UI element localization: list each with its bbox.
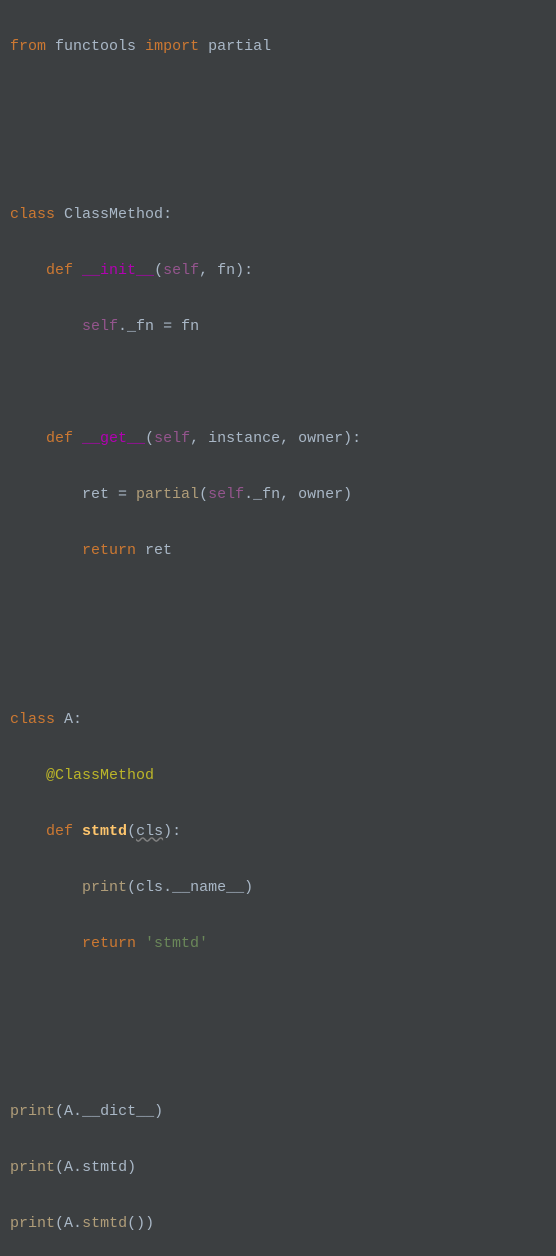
keyword-from: from xyxy=(10,38,46,55)
keyword-return: return xyxy=(82,542,136,559)
keyword-def: def xyxy=(46,262,73,279)
code-line: def __get__(self, instance, owner): xyxy=(10,425,556,453)
attribute: stmtd xyxy=(82,1159,127,1176)
code-line xyxy=(10,1042,556,1070)
code-line: return 'stmtd' xyxy=(10,930,556,958)
code-editor[interactable]: from functools import partial class Clas… xyxy=(0,0,556,1256)
function-call: partial xyxy=(136,486,199,503)
code-line xyxy=(10,89,556,117)
code-line: @ClassMethod xyxy=(10,762,556,790)
param-cls: cls xyxy=(136,823,163,840)
method-name: __init__ xyxy=(82,262,154,279)
keyword-class: class xyxy=(10,206,55,223)
keyword-class: class xyxy=(10,711,55,728)
variable: fn xyxy=(181,318,199,335)
import-name: partial xyxy=(208,38,271,55)
class-ref: A xyxy=(64,1103,73,1120)
class-ref: A xyxy=(64,1159,73,1176)
code-line: print(cls.__name__) xyxy=(10,874,556,902)
param: owner xyxy=(298,430,343,447)
code-line: self._fn = fn xyxy=(10,313,556,341)
attribute: __name__ xyxy=(172,879,244,896)
self-ref: self xyxy=(82,318,118,335)
class-name: ClassMethod xyxy=(64,206,163,223)
code-line xyxy=(10,369,556,397)
code-line xyxy=(10,145,556,173)
attribute: _fn xyxy=(253,486,280,503)
code-line: print(A.stmtd()) xyxy=(10,1210,556,1238)
method-name: stmtd xyxy=(82,823,127,840)
param-self: self xyxy=(163,262,199,279)
param-self: self xyxy=(154,430,190,447)
function-call: print xyxy=(10,1103,55,1120)
module-name: functools xyxy=(55,38,136,55)
code-line xyxy=(10,986,556,1014)
function-call: print xyxy=(10,1215,55,1232)
param: fn xyxy=(217,262,235,279)
variable: cls xyxy=(136,879,163,896)
class-name: A xyxy=(64,711,73,728)
variable: ret xyxy=(82,486,109,503)
string-literal: 'stmtd' xyxy=(145,935,208,952)
variable: ret xyxy=(145,542,172,559)
function-call: print xyxy=(82,879,127,896)
code-line: class ClassMethod: xyxy=(10,201,556,229)
argument: owner xyxy=(298,486,343,503)
decorator-name: ClassMethod xyxy=(55,767,154,784)
method-name: __get__ xyxy=(82,430,145,447)
code-line: print(A.stmtd) xyxy=(10,1154,556,1182)
keyword-return: return xyxy=(82,935,136,952)
code-line: print(A.__dict__) xyxy=(10,1098,556,1126)
self-ref: self xyxy=(208,486,244,503)
code-line: ret = partial(self._fn, owner) xyxy=(10,481,556,509)
keyword-def: def xyxy=(46,430,73,447)
method-call: stmtd xyxy=(82,1215,127,1232)
code-line: return ret xyxy=(10,537,556,565)
class-ref: A xyxy=(64,1215,73,1232)
attribute: _fn xyxy=(127,318,154,335)
param: instance xyxy=(208,430,280,447)
code-line xyxy=(10,650,556,678)
decorator-at: @ xyxy=(46,767,55,784)
function-call: print xyxy=(10,1159,55,1176)
code-line: class A: xyxy=(10,706,556,734)
code-line: def stmtd(cls): xyxy=(10,818,556,846)
code-line: def __init__(self, fn): xyxy=(10,257,556,285)
code-line xyxy=(10,594,556,622)
attribute: __dict__ xyxy=(82,1103,154,1120)
keyword-def: def xyxy=(46,823,73,840)
code-line: from functools import partial xyxy=(10,33,556,61)
keyword-import: import xyxy=(145,38,199,55)
